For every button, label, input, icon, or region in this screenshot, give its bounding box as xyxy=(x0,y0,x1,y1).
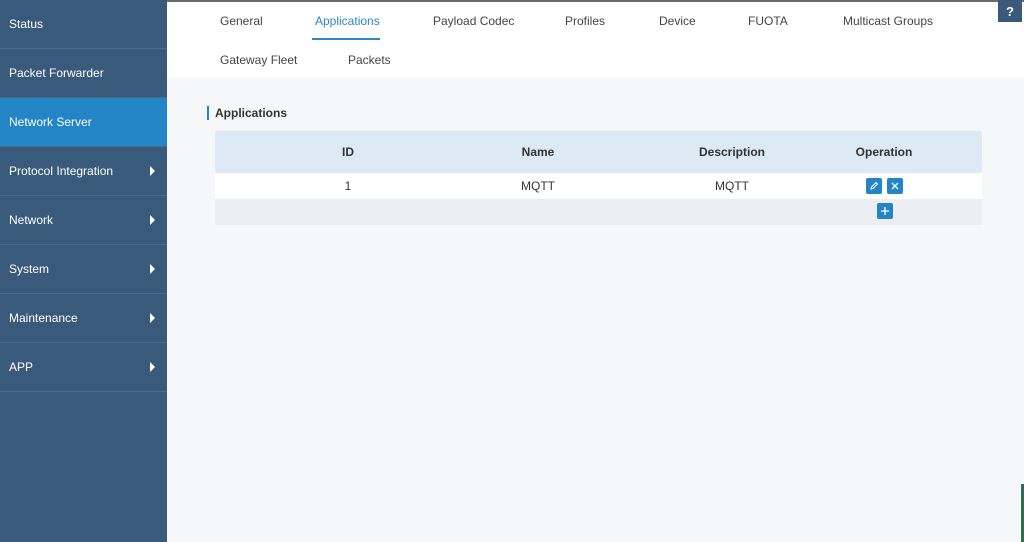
sidebar-item-label: Packet Forwarder xyxy=(9,66,104,80)
sidebar-item-label: Network Server xyxy=(9,115,92,129)
sidebar-item-system[interactable]: System xyxy=(0,245,167,294)
plus-icon[interactable] xyxy=(877,203,893,219)
section-title: Applications xyxy=(207,106,287,120)
chevron-right-icon xyxy=(150,264,155,274)
sidebar-item-maintenance[interactable]: Maintenance xyxy=(0,294,167,343)
chevron-right-icon xyxy=(150,362,155,372)
sidebar-item-label: Status xyxy=(9,17,44,31)
column-header-operation: Operation xyxy=(855,145,913,159)
tab-payload-codec[interactable]: Payload Codec xyxy=(433,14,514,28)
table-header: ID Name Description Operation xyxy=(215,131,982,173)
column-header-name: Name xyxy=(521,145,555,159)
sidebar-item-network[interactable]: Network xyxy=(0,196,167,245)
sidebar-item-label: Network xyxy=(9,213,54,227)
sidebar-item-label: Protocol Integration xyxy=(9,164,114,178)
table-row: 1 MQTT MQTT xyxy=(215,173,982,199)
row-operations xyxy=(809,178,959,194)
sidebar-item-network-server[interactable]: Network Server xyxy=(0,98,167,147)
tab-packets[interactable]: Packets xyxy=(348,53,391,67)
help-icon: ? xyxy=(1006,3,1014,19)
sidebar: Status Packet Forwarder Network Server P… xyxy=(0,0,167,542)
tab-fuota[interactable]: FUOTA xyxy=(748,14,788,28)
chevron-right-icon xyxy=(150,313,155,323)
pencil-icon[interactable] xyxy=(865,178,882,194)
sidebar-item-app[interactable]: APP xyxy=(0,343,167,392)
column-header-id: ID xyxy=(342,145,354,159)
column-header-description: Description xyxy=(698,145,765,159)
cell-name: MQTT xyxy=(521,179,555,193)
tab-profiles[interactable]: Profiles xyxy=(565,14,605,28)
sidebar-item-packet-forwarder[interactable]: Packet Forwarder xyxy=(0,49,167,98)
chevron-right-icon xyxy=(150,215,155,225)
tab-device[interactable]: Device xyxy=(659,14,696,28)
tab-applications[interactable]: Applications xyxy=(315,14,380,28)
tab-gateway-fleet[interactable]: Gateway Fleet xyxy=(220,53,297,67)
add-row xyxy=(215,199,982,225)
tab-general[interactable]: General xyxy=(220,14,263,28)
tab-bar: General Applications Payload Codec Profi… xyxy=(167,0,1024,78)
sidebar-item-status[interactable]: Status xyxy=(0,0,167,49)
cell-id: 1 xyxy=(344,179,352,193)
chevron-right-icon xyxy=(150,166,155,176)
help-button[interactable]: ? xyxy=(998,0,1022,22)
tab-multicast-groups[interactable]: Multicast Groups xyxy=(843,14,933,28)
applications-table: ID Name Description Operation 1 MQTT MQT… xyxy=(215,131,982,225)
close-icon[interactable] xyxy=(886,178,903,194)
sidebar-item-label: Maintenance xyxy=(9,311,78,325)
active-tab-indicator xyxy=(312,38,380,40)
sidebar-item-label: System xyxy=(9,262,50,276)
main-content: Applications ID Name Description Operati… xyxy=(167,78,1022,542)
sidebar-item-protocol-integration[interactable]: Protocol Integration xyxy=(0,147,167,196)
sidebar-item-label: APP xyxy=(9,360,34,374)
cell-description: MQTT xyxy=(715,179,749,193)
